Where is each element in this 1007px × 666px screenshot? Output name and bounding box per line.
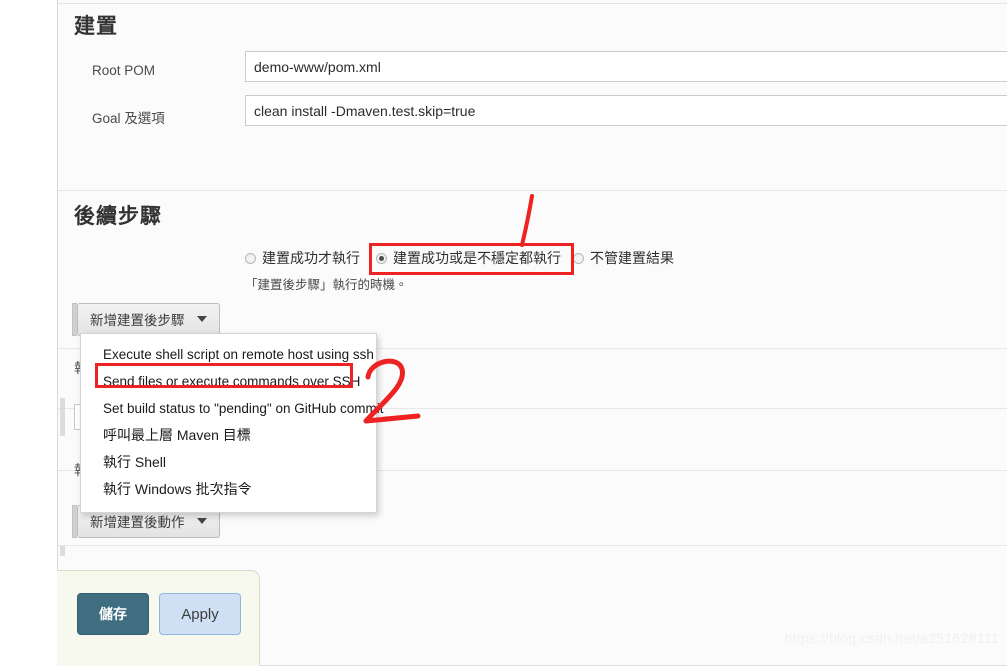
apply-button[interactable]: Apply xyxy=(159,593,241,635)
chevron-down-icon xyxy=(196,316,207,322)
goals-label: Goal 及選項 xyxy=(92,111,165,126)
hidden-widget-tick-2 xyxy=(60,546,65,556)
save-bar: 儲存 Apply xyxy=(57,570,260,666)
chevron-down-icon-2 xyxy=(196,518,207,524)
add-post-build-action-label: 新增建置後動作 xyxy=(90,515,185,530)
dropdown-item-exec-shell-remote-ssh[interactable]: Execute shell script on remote host usin… xyxy=(81,341,376,368)
hidden-widget-tick-1 xyxy=(60,398,65,436)
radio-label-any-result: 不管建置結果 xyxy=(590,250,674,266)
add-post-build-step-label: 新增建置後步驟 xyxy=(90,313,185,328)
radio-option-any-result[interactable]: 不管建置結果 xyxy=(573,248,674,268)
dropdown-item-send-files-over-ssh[interactable]: Send files or execute commands over SSH xyxy=(81,368,376,395)
post-build-step-dropdown-menu[interactable]: Execute shell script on remote host usin… xyxy=(80,333,383,513)
radio-label-success-or-unstable: 建置成功或是不穩定都執行 xyxy=(393,250,561,266)
form-row-goals: Goal 及選項 xyxy=(58,95,1007,137)
row-divider-4 xyxy=(58,545,1007,546)
dropdown-item-invoke-top-level-maven[interactable]: 呼叫最上層 Maven 目標 xyxy=(81,422,376,449)
radio-label-success-only: 建置成功才執行 xyxy=(262,250,360,266)
top-divider xyxy=(58,3,1007,4)
dropdown-item-execute-shell[interactable]: 執行 Shell xyxy=(81,449,376,476)
add-post-build-step-button[interactable]: 新增建置後步驟 xyxy=(77,303,220,336)
goals-input[interactable] xyxy=(246,96,1007,125)
root-pom-field-wrapper[interactable] xyxy=(245,51,1007,82)
goals-field-wrapper[interactable] xyxy=(245,95,1007,126)
post-steps-divider xyxy=(58,190,1007,191)
root-pom-label: Root POM xyxy=(92,63,156,78)
build-section-heading: 建置 xyxy=(74,15,118,38)
form-row-root-pom: Root POM xyxy=(58,51,1007,93)
left-gutter xyxy=(0,0,57,666)
add-post-build-step-button-wrapper: 新增建置後步驟 xyxy=(72,303,220,336)
post-steps-heading: 後續步驟 xyxy=(74,205,162,228)
watermark-text: https://blog.csdn.net/a251628111 xyxy=(784,630,999,646)
dropdown-item-set-github-pending-status[interactable]: Set build status to "pending" on GitHub … xyxy=(81,395,383,422)
radio-dot-success-only[interactable] xyxy=(245,252,256,264)
jenkins-job-config-page: 建置 Root POM Goal 及選項 後續步驟 建置成功才執行 建置成功或是… xyxy=(0,0,1007,666)
radio-dot-any-result[interactable] xyxy=(573,252,584,264)
post-step-trigger-radio-group: 建置成功才執行 建置成功或是不穩定都執行 不管建置結果 xyxy=(245,248,674,268)
post-step-trigger-hint: 「建置後步驟」執行的時機。 xyxy=(245,278,408,292)
radio-option-success-only[interactable]: 建置成功才執行 xyxy=(245,248,360,268)
radio-option-success-or-unstable[interactable]: 建置成功或是不穩定都執行 xyxy=(374,248,561,268)
dropdown-item-execute-windows-batch[interactable]: 執行 Windows 批次指令 xyxy=(81,476,376,503)
save-button[interactable]: 儲存 xyxy=(77,593,149,635)
radio-dot-success-or-unstable[interactable] xyxy=(376,252,387,264)
root-pom-input[interactable] xyxy=(246,52,1007,81)
